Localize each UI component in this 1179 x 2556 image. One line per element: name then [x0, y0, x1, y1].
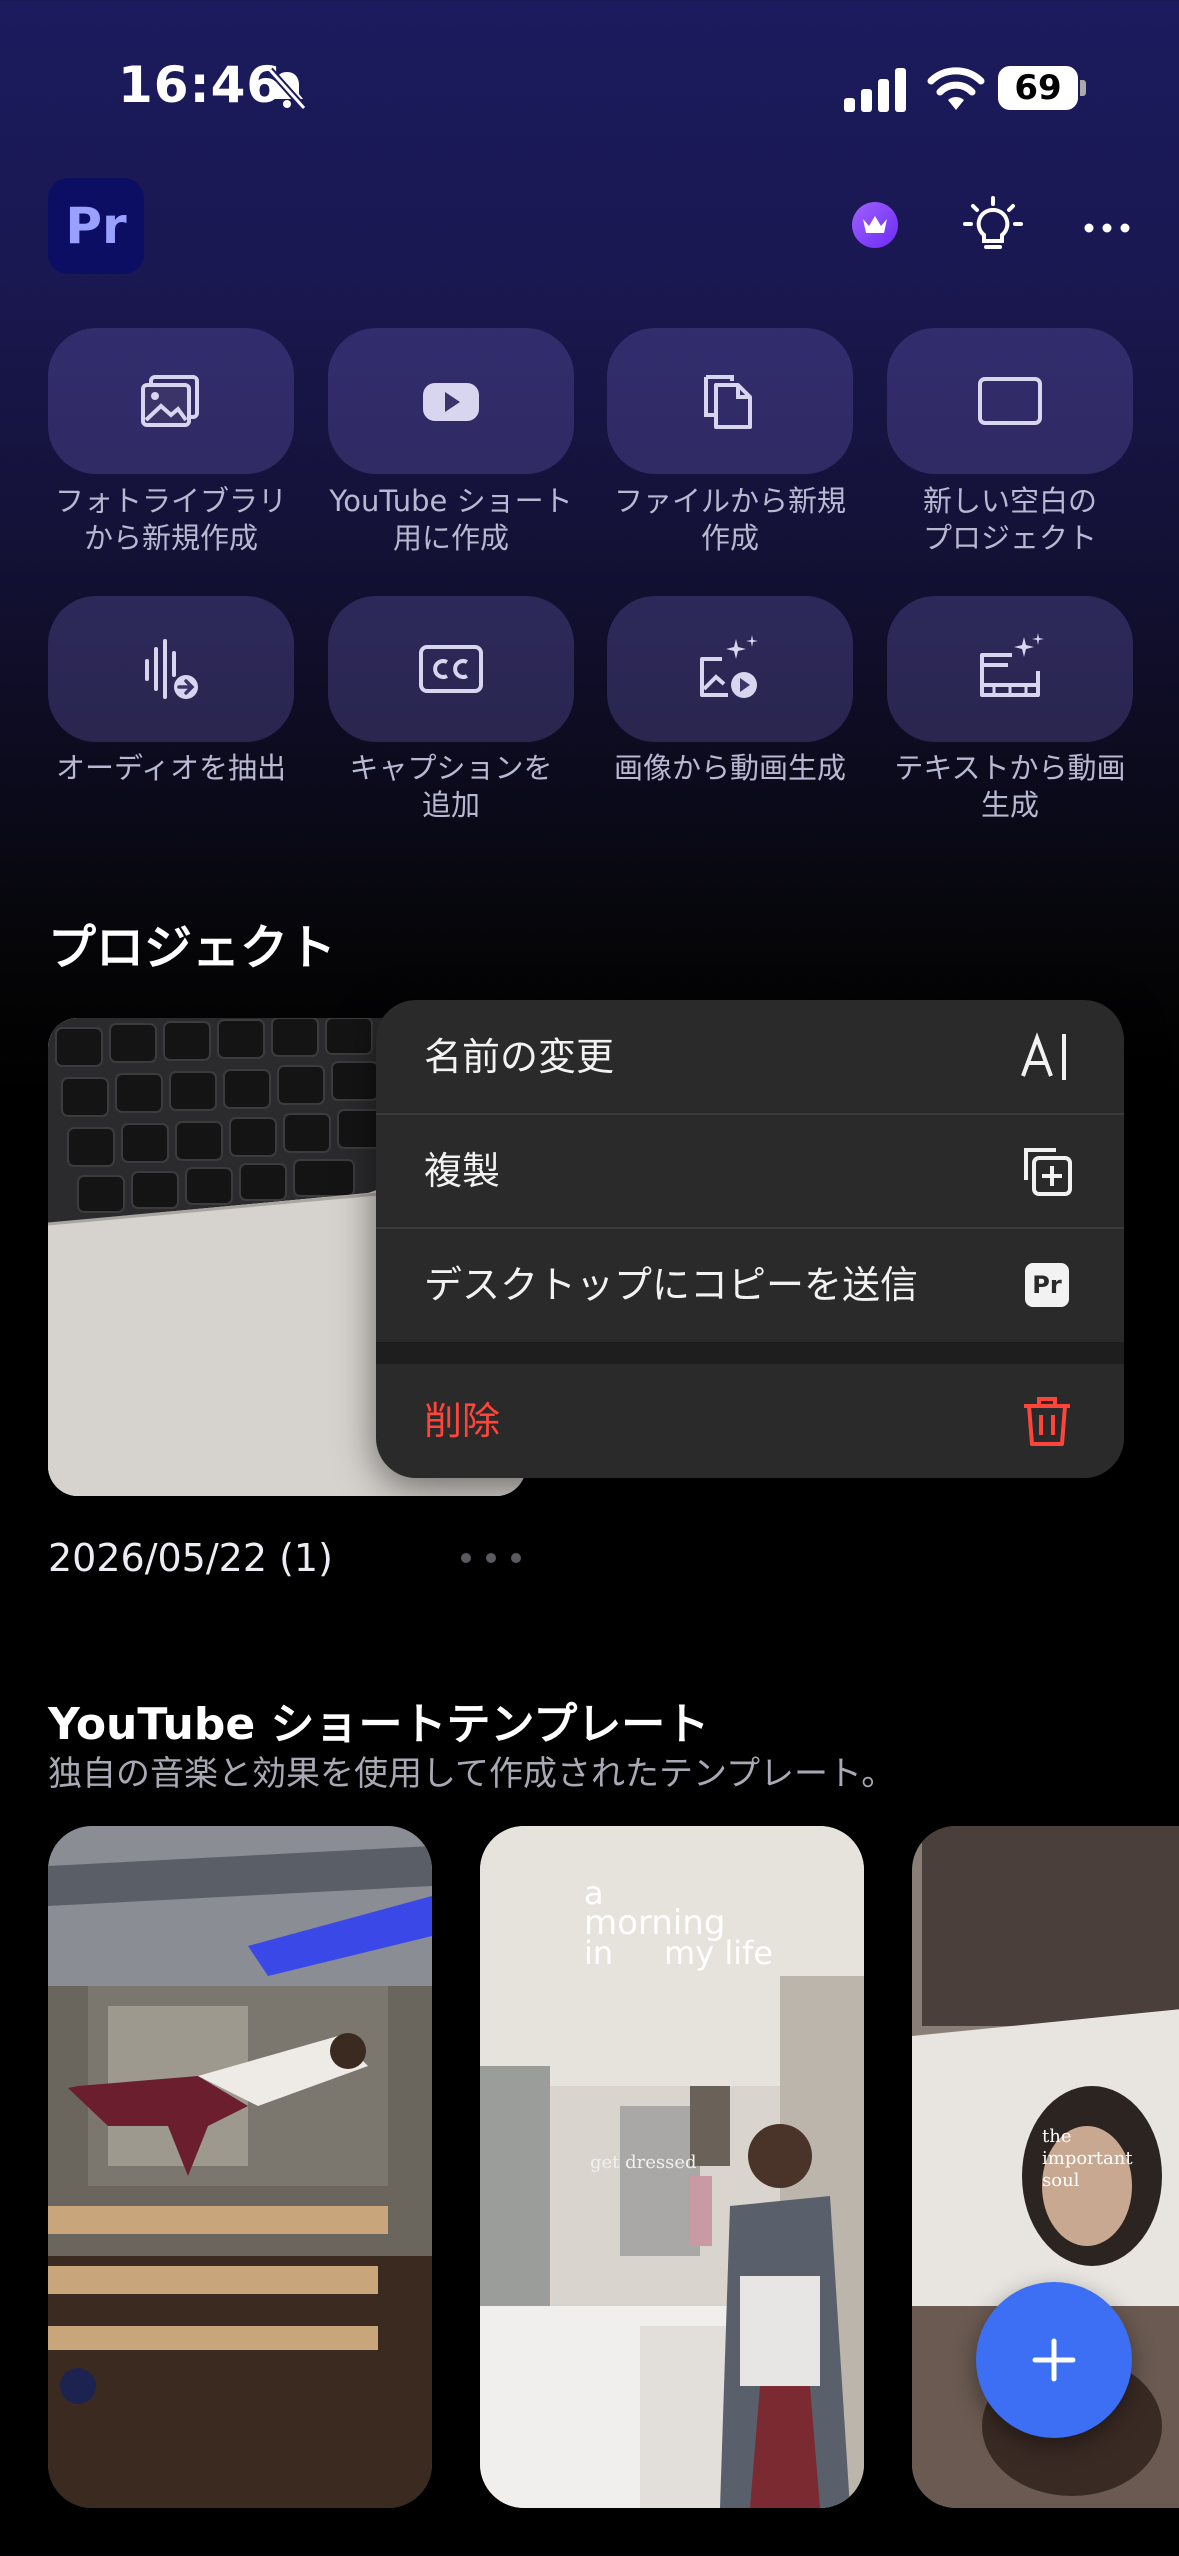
photo-library-icon [141, 375, 199, 427]
blank-project-icon [978, 377, 1042, 425]
photo-library-button[interactable] [48, 328, 294, 474]
template-overlay-line1: the [1042, 2126, 1072, 2147]
menu-send-desktop-label: デスクトップにコピーを送信 [424, 1263, 919, 1307]
files-icon [704, 375, 752, 429]
plus-icon [1032, 2338, 1076, 2382]
template-overlay-line3: soul [1042, 2170, 1080, 2191]
youtube-icon [423, 383, 479, 421]
menu-send-to-desktop[interactable]: デスクトップにコピーを送信 Pr [376, 1228, 1124, 1342]
premiere-logo[interactable]: Pr [48, 178, 144, 274]
menu-delete-label: 削除 [424, 1399, 501, 1443]
template-card-pilates[interactable] [48, 1826, 432, 2508]
project-more-icon[interactable] [456, 1546, 526, 1570]
new-from-files-button[interactable] [607, 328, 853, 474]
templates-subtitle: 独自の音楽と効果を使用して作成されたテンプレート。 [48, 1754, 896, 1794]
action-label-photo-library: フォトライブラリ から新規作成 [54, 484, 287, 555]
template-overlay-line3: in my life [584, 1934, 774, 1972]
add-captions-button[interactable] [328, 596, 574, 742]
project-date: 2026/05/22 (1) [48, 1536, 333, 1580]
create-new-button[interactable] [976, 2282, 1132, 2438]
pilates-studio-photo [48, 1826, 432, 2508]
template-card-morning[interactable]: a morning in my life get dressed [480, 1826, 864, 2508]
action-label-youtube: YouTube ショート 用に作成 [329, 484, 573, 555]
status-time: 16:46 [118, 56, 283, 114]
template-caption: get dressed [590, 2152, 697, 2173]
more-options-icon[interactable] [1082, 204, 1132, 252]
project-context-menu: 名前の変更 複製 デスクトップにコピーを送信 Pr 削除 [376, 1000, 1124, 1478]
menu-duplicate[interactable]: 複製 [376, 1114, 1124, 1228]
extract-audio-icon [145, 639, 198, 699]
menu-group-gap [376, 1342, 1124, 1364]
menu-rename[interactable]: 名前の変更 [376, 1000, 1124, 1114]
template-overlay-line2: important [1042, 2148, 1133, 2169]
action-label-text-to-video: テキストから動画 生成 [894, 751, 1126, 822]
text-to-video-icon [980, 633, 1044, 697]
image-to-video-button[interactable] [607, 596, 853, 742]
menu-delete[interactable]: 削除 [376, 1364, 1124, 1478]
cellular-signal-icon [844, 68, 906, 112]
battery-tip [1080, 80, 1086, 96]
lightbulb-icon[interactable] [962, 196, 1024, 258]
menu-rename-label: 名前の変更 [424, 1035, 615, 1079]
extract-audio-button[interactable] [48, 596, 294, 742]
action-label-image-to-video: 画像から動画生成 [613, 751, 846, 785]
menu-duplicate-label: 複製 [424, 1149, 501, 1193]
battery-indicator: 69 [998, 66, 1078, 110]
captions-icon [419, 645, 483, 693]
duplicate-icon [1024, 1148, 1072, 1196]
templates-title: YouTube ショートテンプレート [48, 1699, 710, 1750]
rename-icon [1021, 1032, 1066, 1080]
action-label-extract-audio: オーディオを抽出 [56, 751, 286, 785]
projects-title: プロジェクト [48, 920, 337, 976]
new-blank-project-button[interactable] [887, 328, 1133, 474]
action-label-captions: キャプションを 追加 [349, 751, 553, 822]
premiere-desktop-icon: Pr [1025, 1263, 1069, 1307]
premium-crown-icon[interactable] [852, 202, 898, 248]
action-label-blank: 新しい空白の プロジェクト [922, 484, 1097, 555]
wifi-icon [927, 67, 985, 110]
youtube-shorts-button[interactable] [328, 328, 574, 474]
image-to-video-icon [700, 635, 758, 698]
action-label-files: ファイルから新規 作成 [613, 484, 846, 555]
trash-icon [1024, 1397, 1070, 1446]
text-to-video-button[interactable] [887, 596, 1133, 742]
bell-muted-icon [267, 67, 307, 111]
